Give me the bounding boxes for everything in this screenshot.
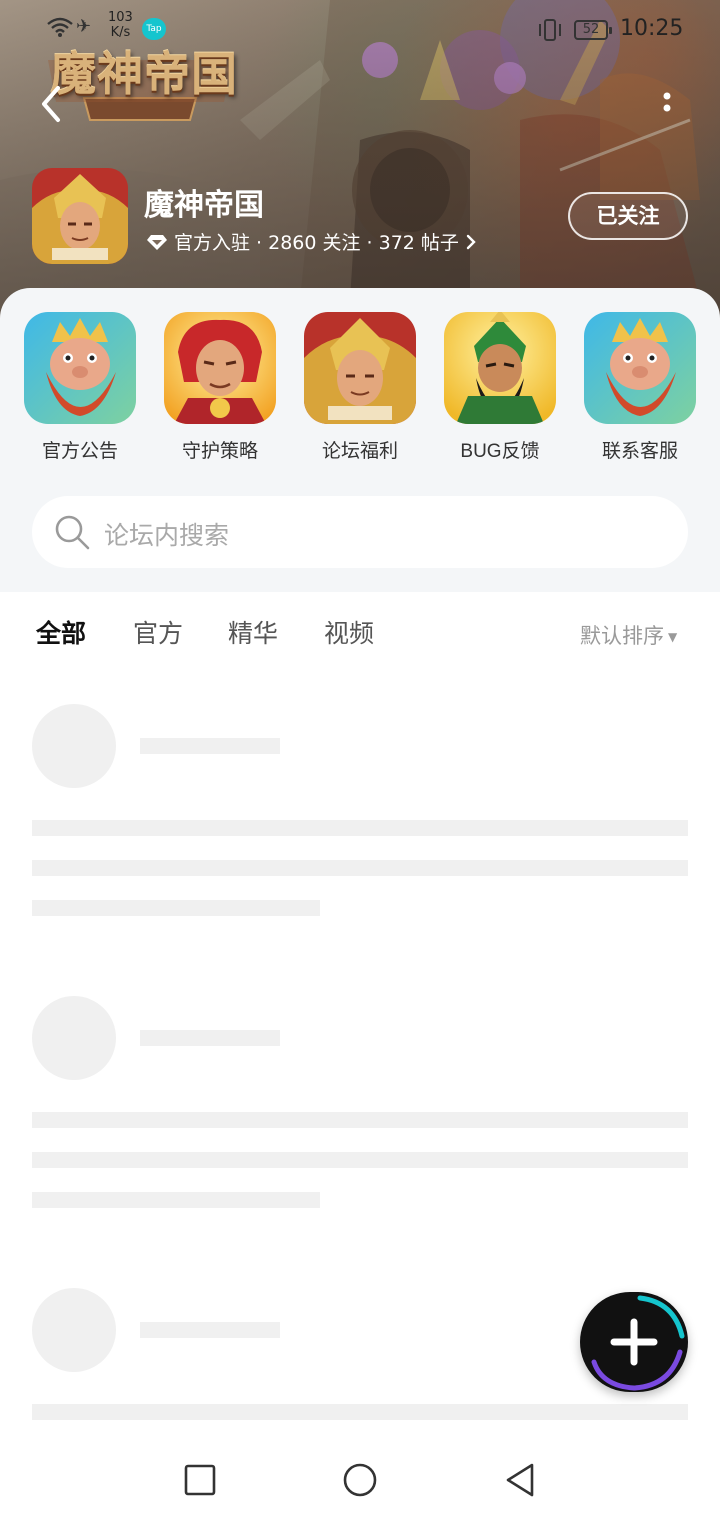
quick-entry-label: 论坛福利	[321, 441, 398, 462]
green-general-icon	[444, 312, 556, 424]
forum-stats-text: 官方入驻 · 2860 关注 · 372 帖子	[174, 232, 459, 254]
tab-label: 视频	[324, 619, 375, 648]
author-placeholder	[140, 738, 280, 754]
tab-all[interactable]: 全部	[36, 614, 87, 656]
tab-label: 精华	[228, 619, 279, 648]
quick-entry-panel: 官方公告 守护策略 论坛福利 BUG反馈 联系客服 论坛内搜索	[0, 288, 720, 592]
active-tab-indicator	[38, 648, 84, 656]
avatar-placeholder	[32, 704, 116, 788]
content-placeholder-line	[32, 1192, 320, 1208]
system-navigation-bar	[0, 1436, 720, 1520]
net-speed-value: 103	[108, 10, 133, 25]
caret-down-icon: ▼	[668, 630, 678, 644]
forum-title: 魔神帝国	[144, 189, 264, 222]
tab-video[interactable]: 视频	[324, 614, 374, 650]
more-options-icon[interactable]	[652, 86, 682, 126]
quick-entry-announcements[interactable]: 官方公告	[24, 312, 136, 463]
follow-button[interactable]: 已关注	[568, 192, 688, 240]
home-icon[interactable]	[340, 1460, 380, 1500]
forum-app-icon[interactable]	[32, 168, 128, 264]
quick-entry-benefits[interactable]: 论坛福利	[304, 312, 416, 463]
red-beard-king-icon	[584, 312, 696, 424]
tab-label: 官方	[133, 619, 184, 648]
quick-entry-customer-service[interactable]: 联系客服	[584, 312, 696, 463]
back-arrow-icon[interactable]	[34, 82, 70, 126]
post-skeleton	[0, 996, 720, 1288]
back-icon[interactable]	[500, 1460, 540, 1500]
author-placeholder	[140, 1030, 280, 1046]
tab-label: 全部	[36, 619, 87, 648]
create-post-button[interactable]	[580, 1292, 688, 1392]
golden-helmet-king-icon	[32, 168, 128, 264]
airplane-icon: ✈	[76, 16, 92, 37]
quick-entry-bug-report[interactable]: BUG反馈	[444, 312, 556, 463]
content-placeholder-line	[32, 820, 688, 836]
forum-search-bar[interactable]: 论坛内搜索	[32, 496, 688, 568]
red-beard-king-icon	[24, 312, 136, 424]
content-placeholder-line	[32, 860, 688, 876]
plus-icon	[591, 1295, 685, 1391]
quick-entry-label: 联系客服	[601, 441, 678, 462]
clock: 10:25	[620, 16, 684, 41]
quick-entry-strategy[interactable]: 守护策略	[164, 312, 276, 463]
avatar-placeholder	[32, 996, 116, 1080]
tab-featured[interactable]: 精华	[228, 614, 278, 650]
content-placeholder-line	[32, 1152, 688, 1168]
quick-entry-label: 官方公告	[41, 441, 118, 462]
game-logo-text: 魔神帝国	[50, 47, 238, 101]
quick-entry-label: BUG反馈	[460, 441, 540, 462]
golden-helmet-king-icon	[304, 312, 416, 424]
content-placeholder-line	[32, 1404, 688, 1420]
wifi-icon	[47, 17, 73, 37]
sort-dropdown[interactable]: 默认排序 ▼	[580, 620, 677, 650]
search-icon	[55, 515, 90, 550]
quick-entry-label: 守护策略	[181, 441, 258, 462]
sort-label: 默认排序	[580, 624, 664, 648]
content-placeholder-line	[32, 1112, 688, 1128]
recent-apps-icon[interactable]	[180, 1460, 220, 1500]
content-placeholder-line	[32, 900, 320, 916]
diamond-icon	[147, 234, 167, 250]
post-filter-tabs: 全部 官方 精华 视频 默认排序 ▼	[0, 592, 720, 676]
search-placeholder: 论坛内搜索	[104, 521, 230, 550]
red-haired-warrior-icon	[164, 312, 276, 424]
chevron-right-icon	[466, 234, 476, 249]
forum-stats-link[interactable]: 官方入驻 · 2860 关注 · 372 帖子	[146, 228, 477, 255]
forum-screen: ✈ 103 K/s Tap 52 10:25 魔神帝国 魔神帝国 官方入驻 · …	[0, 0, 720, 1520]
avatar-placeholder	[32, 1288, 116, 1372]
author-placeholder	[140, 1322, 280, 1338]
post-skeleton	[0, 704, 720, 996]
vibrate-icon	[539, 19, 561, 41]
battery-icon: 52	[574, 20, 612, 40]
tab-official[interactable]: 官方	[133, 614, 183, 650]
